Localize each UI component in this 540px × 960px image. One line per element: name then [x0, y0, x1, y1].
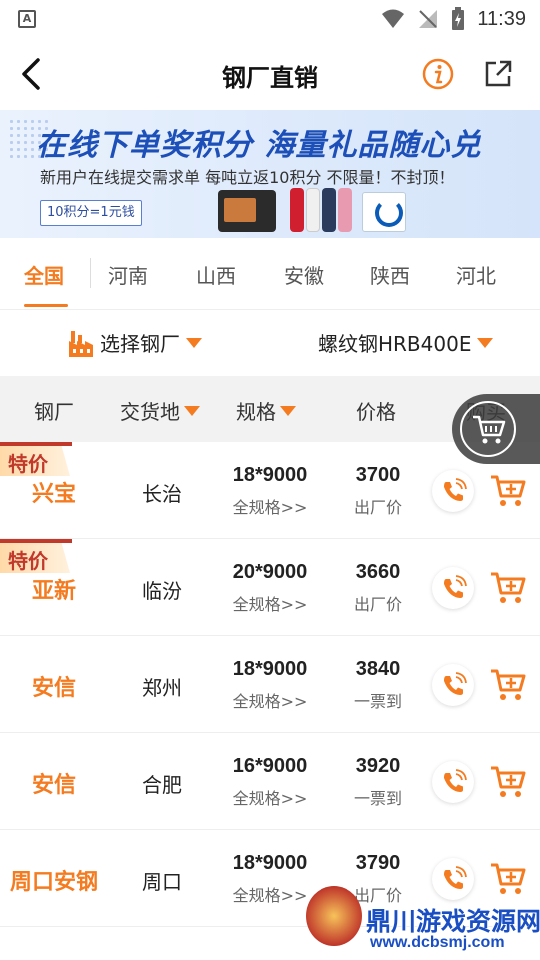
table-row[interactable]: 特价 兴宝 长治 18*9000 全规格>> 3700 出厂价: [0, 442, 540, 539]
header-place-sort[interactable]: 交货地: [120, 396, 200, 425]
add-to-cart-icon[interactable]: [490, 765, 526, 799]
filter-bar: 选择钢厂 螺纹钢HRB400E: [0, 310, 540, 376]
delivery-place: 周口: [142, 870, 182, 894]
watermark-logo-icon: [306, 886, 362, 946]
mill-name: 周口安钢: [9, 870, 98, 895]
all-specs-link[interactable]: 全规格>>: [220, 494, 320, 518]
header-price: 价格: [356, 400, 396, 424]
table-row[interactable]: 特价 亚新 临汾 20*9000 全规格>> 3660 出厂价: [0, 539, 540, 636]
dropdown-arrow-icon: [186, 337, 202, 348]
banner-headline: 在线下单奖积分 海量礼品随心兑: [36, 128, 482, 163]
phone-call-icon[interactable]: [432, 664, 474, 706]
price-value: 3790: [355, 852, 401, 874]
delivery-place: 合肥: [142, 773, 182, 797]
share-icon[interactable]: [482, 58, 514, 90]
price-type: 出厂价: [353, 498, 402, 517]
mill-name: 安信: [31, 676, 76, 701]
nav-bar: 钢厂直销: [0, 38, 540, 110]
page-title: 钢厂直销: [222, 64, 318, 92]
spec-value: 18*9000: [232, 658, 308, 680]
factory-icon: [69, 330, 93, 357]
watermark: 鼎川游戏资源网 www.dcbsmj.com: [300, 880, 540, 960]
special-price-badge: 特价: [0, 442, 72, 478]
select-mill-label: 选择钢厂: [100, 332, 180, 356]
status-time: 11:39: [477, 7, 526, 30]
tab-divider: [90, 258, 91, 288]
add-to-cart-icon[interactable]: [490, 571, 526, 605]
phone-prize-image: [338, 188, 352, 232]
phone-call-icon[interactable]: [432, 761, 474, 803]
tab-region[interactable]: 山西: [196, 260, 236, 289]
mill-name: 安信: [31, 773, 76, 798]
delivery-place: 临汾: [142, 579, 182, 603]
spec-value: 18*9000: [232, 464, 308, 486]
promo-banner[interactable]: 在线下单奖积分 海量礼品随心兑 新用户在线提交需求单 每吨立返10积分 不限量！…: [0, 110, 540, 238]
price-value: 3660: [355, 561, 401, 583]
spec-value: 18*9000: [232, 852, 308, 874]
sort-arrow-icon: [280, 405, 296, 416]
tab-region[interactable]: 河南: [108, 260, 148, 289]
wifi-icon: [382, 9, 405, 28]
add-to-cart-icon[interactable]: [490, 474, 526, 508]
phone-call-icon[interactable]: [432, 470, 474, 512]
sort-arrow-icon: [184, 405, 200, 416]
mill-name: 兴宝: [31, 482, 76, 507]
phone-prize-image: [290, 188, 304, 232]
watermark-url: www.dcbsmj.com: [370, 934, 505, 951]
phone-call-icon[interactable]: [432, 567, 474, 609]
tab-region[interactable]: 河北: [456, 260, 496, 289]
price-value: 3700: [355, 464, 401, 486]
region-tabs: 全国 河南 山西 安徽 陕西 河北: [0, 238, 540, 310]
add-to-cart-icon[interactable]: [490, 668, 526, 702]
notification-a-icon: A: [18, 10, 36, 28]
status-icons: 11:39: [381, 6, 526, 32]
price-value: 3920: [355, 755, 401, 777]
select-mill-dropdown[interactable]: 选择钢厂: [68, 328, 202, 357]
tab-region[interactable]: 安徽: [284, 260, 324, 289]
all-specs-link[interactable]: 全规格>>: [220, 688, 320, 712]
phone-prize-image: [306, 188, 320, 232]
dropdown-arrow-icon: [477, 337, 494, 348]
special-price-badge: 特价: [0, 539, 72, 575]
product-dropdown[interactable]: 螺纹钢HRB400E: [318, 328, 494, 357]
banner-points-tag: 10积分=1元钱: [40, 200, 142, 226]
banner-subtitle: 新用户在线提交需求单 每吨立返10积分 不限量！不封顶！: [40, 168, 455, 187]
tab-region[interactable]: 全国: [24, 260, 64, 289]
price-type: 一票到: [353, 692, 402, 711]
price-type: 一票到: [353, 789, 402, 808]
phone-prize-image: [322, 188, 336, 232]
header-mill: 钢厂: [34, 400, 74, 424]
mill-name: 亚新: [31, 579, 76, 604]
active-tab-indicator: [24, 304, 68, 307]
all-specs-link[interactable]: 全规格>>: [220, 785, 320, 809]
price-type: 出厂价: [353, 595, 402, 614]
product-label: 螺纹钢HRB400E: [318, 332, 472, 356]
header-spec-sort[interactable]: 规格: [236, 396, 296, 425]
delivery-place: 郑州: [142, 676, 182, 700]
info-icon[interactable]: [422, 58, 454, 90]
table-row[interactable]: 安信 郑州 18*9000 全规格>> 3840 一票到: [0, 636, 540, 733]
status-bar: A 11:39: [0, 0, 540, 38]
telecom-card-prize-image: [362, 192, 406, 232]
delivery-place: 长治: [142, 482, 182, 506]
tab-region[interactable]: 陕西: [370, 260, 410, 289]
spec-value: 20*9000: [232, 561, 308, 583]
floating-cart-button[interactable]: [452, 394, 540, 464]
spec-value: 16*9000: [232, 755, 308, 777]
watermark-title: 鼎川游戏资源网: [366, 907, 540, 936]
no-signal-icon: [419, 10, 438, 28]
steel-list: 特价 兴宝 长治 18*9000 全规格>> 3700 出厂价 特价 亚新 临汾…: [0, 442, 540, 927]
price-value: 3840: [355, 658, 401, 680]
all-specs-link[interactable]: 全规格>>: [220, 591, 320, 615]
shopping-cart-icon: [473, 415, 506, 444]
table-row[interactable]: 安信 合肥 16*9000 全规格>> 3920 一票到: [0, 733, 540, 830]
oven-prize-image: [218, 190, 276, 232]
battery-charging-icon: [452, 7, 465, 30]
